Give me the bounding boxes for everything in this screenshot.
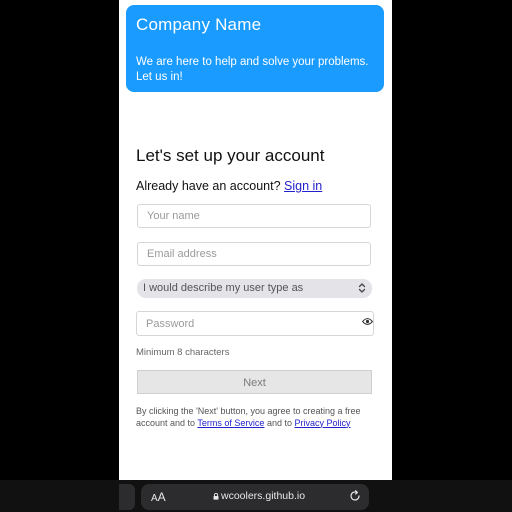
page-title: Let's set up your account bbox=[136, 146, 325, 165]
user-type-value: I would describe my user type as bbox=[143, 282, 304, 294]
email-field[interactable] bbox=[137, 242, 371, 266]
next-button[interactable]: Next bbox=[137, 370, 372, 394]
privacy-link[interactable]: Privacy Policy bbox=[294, 418, 350, 428]
eye-icon[interactable] bbox=[362, 317, 373, 326]
legal-text: By clicking the 'Next' button, you agree… bbox=[136, 406, 372, 429]
tagline: We are here to help and solve your probl… bbox=[136, 56, 369, 83]
name-input[interactable] bbox=[138, 205, 370, 227]
reload-icon[interactable] bbox=[349, 490, 361, 502]
chevron-up-down-icon bbox=[358, 283, 366, 293]
url-text: wcoolers.github.io bbox=[221, 490, 306, 502]
text-size-button[interactable]: AA bbox=[151, 490, 166, 504]
text-size-small: A bbox=[151, 493, 158, 504]
name-field[interactable] bbox=[137, 204, 371, 228]
text-size-large: A bbox=[157, 490, 166, 504]
previous-tab-edge[interactable] bbox=[119, 484, 135, 510]
header-banner: Company Name We are here to help and sol… bbox=[126, 5, 384, 92]
lock-icon bbox=[213, 492, 219, 500]
email-input[interactable] bbox=[138, 243, 370, 265]
legal-and: and to bbox=[266, 417, 292, 428]
address-bar[interactable]: AA wcoolers.github.io bbox=[141, 484, 369, 510]
password-field[interactable] bbox=[136, 311, 374, 336]
url-display[interactable]: wcoolers.github.io bbox=[213, 490, 305, 502]
password-input[interactable] bbox=[137, 312, 373, 335]
user-type-select[interactable]: I would describe my user type as bbox=[137, 279, 372, 298]
sign-in-link[interactable]: Sign in bbox=[284, 179, 322, 193]
password-hint: Minimum 8 characters bbox=[136, 347, 230, 358]
have-account-line: Already have an account? Sign in bbox=[136, 179, 322, 193]
company-name: Company Name bbox=[136, 15, 262, 34]
terms-link[interactable]: Terms of Service bbox=[197, 418, 264, 428]
have-account-text: Already have an account? bbox=[136, 179, 281, 193]
